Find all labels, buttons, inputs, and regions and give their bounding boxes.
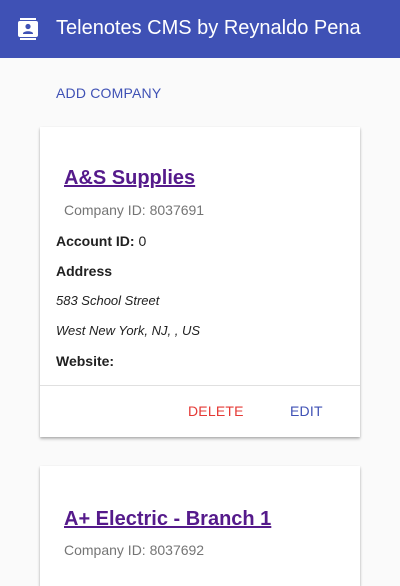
address-label: Address — [56, 263, 113, 279]
app-bar: Telenotes CMS by Reynaldo Pena — [0, 0, 400, 58]
app-title: Telenotes CMS by Reynaldo Pena — [56, 17, 361, 39]
company-card: A+ Electric - Branch 1 Company ID: 80376… — [40, 466, 360, 586]
account-id-value: 0 — [138, 233, 147, 249]
account-id-row: Account ID: 0 — [56, 233, 146, 249]
company-card: A&S Supplies Company ID: 8037691 Account… — [40, 127, 360, 437]
address-line-2: West New York, NJ, , US — [56, 323, 201, 338]
contact-card-icon — [18, 18, 38, 40]
address-line-1: 583 School Street — [56, 293, 160, 308]
card-divider — [40, 385, 360, 386]
edit-button[interactable]: EDIT — [290, 403, 323, 419]
company-name-link[interactable]: A&S Supplies — [64, 167, 195, 190]
account-id-label: Account ID: — [56, 233, 135, 249]
company-id: Company ID: 8037692 — [64, 542, 205, 558]
add-company-button[interactable]: ADD COMPANY — [56, 85, 161, 101]
delete-button[interactable]: DELETE — [188, 403, 244, 419]
company-name-link[interactable]: A+ Electric - Branch 1 — [64, 508, 271, 531]
website-label: Website: — [56, 353, 115, 369]
website-row: Website: — [56, 353, 114, 369]
company-id: Company ID: 8037691 — [64, 202, 205, 218]
